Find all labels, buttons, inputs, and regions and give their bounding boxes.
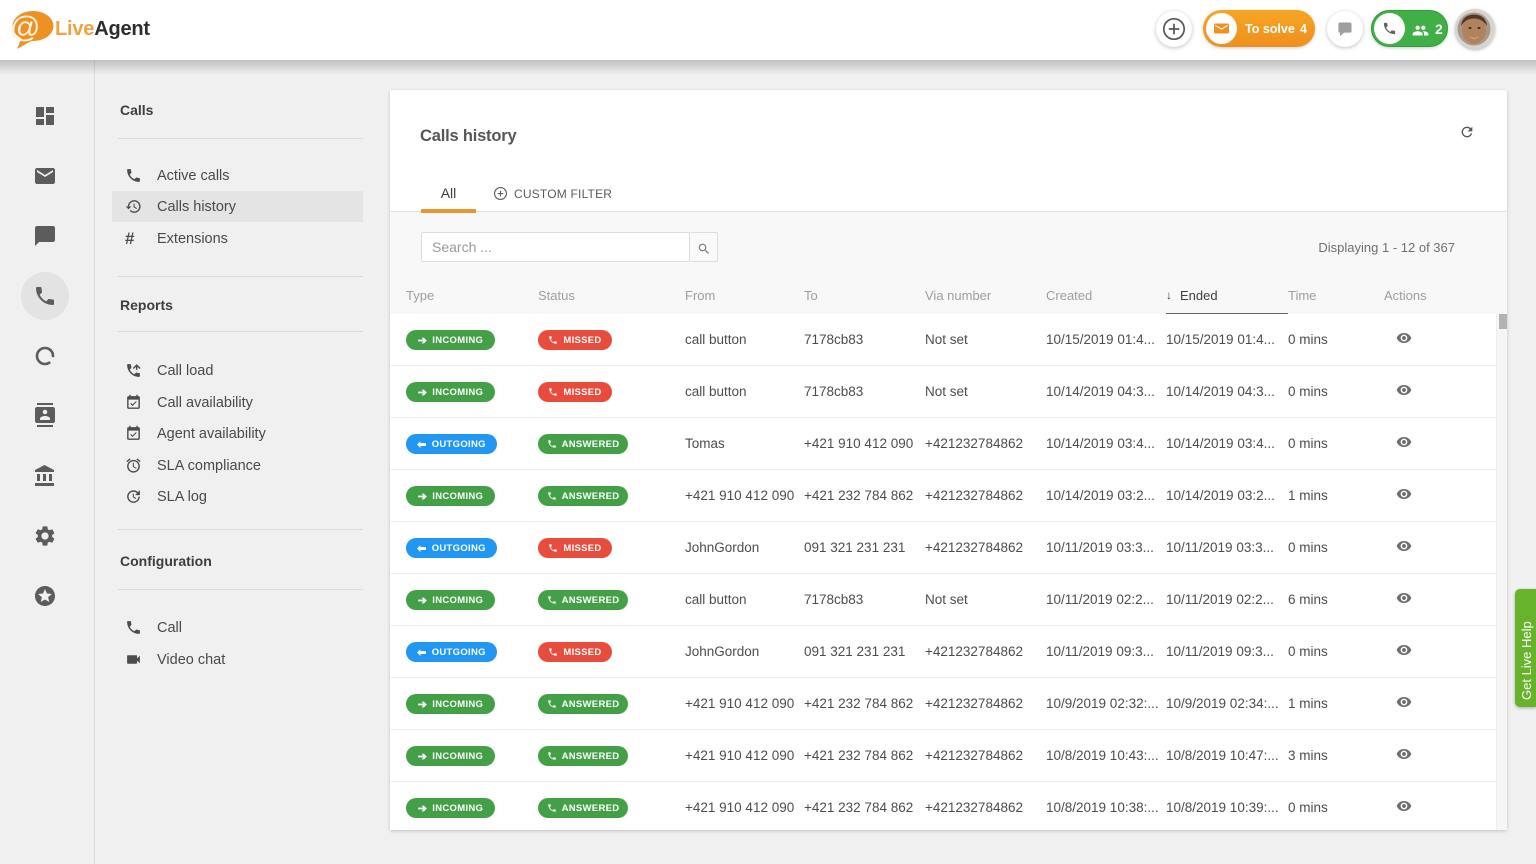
svg-text:@: @ xyxy=(10,11,40,44)
